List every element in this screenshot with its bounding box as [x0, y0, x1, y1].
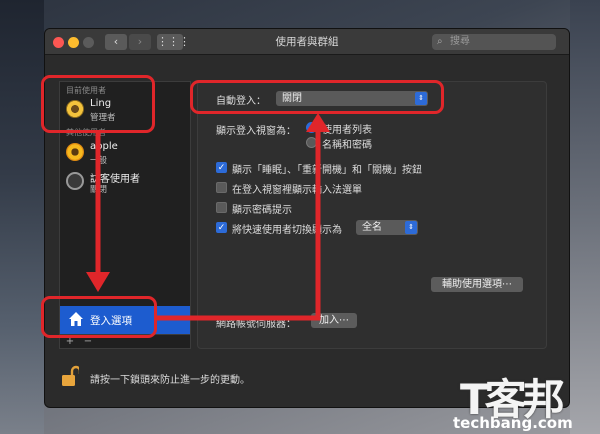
checkbox-password-hints-label: 顯示密碼提示 [232, 205, 292, 216]
user-name: apple [90, 141, 118, 152]
watermark-url: techbang.com [453, 414, 573, 432]
join-button[interactable]: 加入⋯ [311, 313, 357, 328]
checkbox-show-power-buttons-label: 顯示「睡眠」、「重新開機」和「關機」按鈕 [232, 165, 422, 176]
radio-name-password[interactable] [306, 137, 317, 148]
user-role: 關閉 [90, 185, 108, 195]
radio-name-password-label: 名稱和密碼 [322, 140, 372, 151]
checkbox-input-menu-label: 在登入視窗裡顯示輸入法選單 [232, 185, 362, 196]
watermark: T客邦 techbang.com [425, 366, 600, 434]
avatar [66, 143, 84, 161]
lock-hint-text: 請按一下鎖頭來防止進一步的更動。 [90, 375, 250, 386]
annotation-login-options-box [41, 296, 157, 338]
radio-user-list-label: 使用者列表 [322, 125, 372, 136]
login-options-panel: 自動登入： 關閉 ⇕ 顯示登入視窗為： 使用者列表 名稱和密碼 ✓ 顯示「睡眠」… [197, 81, 547, 349]
checkbox-password-hints[interactable] [216, 202, 227, 213]
checkbox-show-power-buttons[interactable]: ✓ [216, 162, 227, 173]
search-placeholder: 搜尋 [450, 36, 470, 47]
checkbox-input-menu[interactable] [216, 182, 227, 193]
search-icon: ⌕ [437, 36, 443, 47]
radio-user-list[interactable] [306, 122, 317, 133]
lock-open-icon[interactable] [61, 365, 79, 387]
titlebar: ‹ › ⋮⋮⋮ 使用者與群組 ⌕ 搜尋 [45, 29, 569, 55]
search-input[interactable]: ⌕ 搜尋 [432, 34, 556, 50]
updown-chevron-icon: ⇕ [405, 221, 417, 234]
desktop-wallpaper-left [0, 0, 44, 434]
annotation-auto-login-box [190, 80, 444, 114]
guest-avatar [66, 172, 84, 190]
display-window-label: 顯示登入視窗為： [216, 126, 296, 137]
accessibility-options-button[interactable]: 輔助使用選項⋯ [431, 277, 523, 292]
checkbox-fast-user-switch-label: 將快速使用者切換顯示為 [232, 225, 342, 236]
checkbox-fast-user-switch[interactable]: ✓ [216, 222, 227, 233]
network-account-label: 網路帳號伺服器： [216, 319, 296, 330]
user-role: 一般 [90, 156, 108, 166]
fast-switch-value: 全名 [362, 222, 382, 233]
user-row-apple[interactable]: apple 一般 [64, 139, 188, 169]
user-row-guest[interactable]: 訪客使用者 關閉 [64, 168, 188, 198]
annotation-current-user-box [41, 75, 155, 133]
fast-switch-popup[interactable]: 全名 ⇕ [356, 220, 418, 235]
